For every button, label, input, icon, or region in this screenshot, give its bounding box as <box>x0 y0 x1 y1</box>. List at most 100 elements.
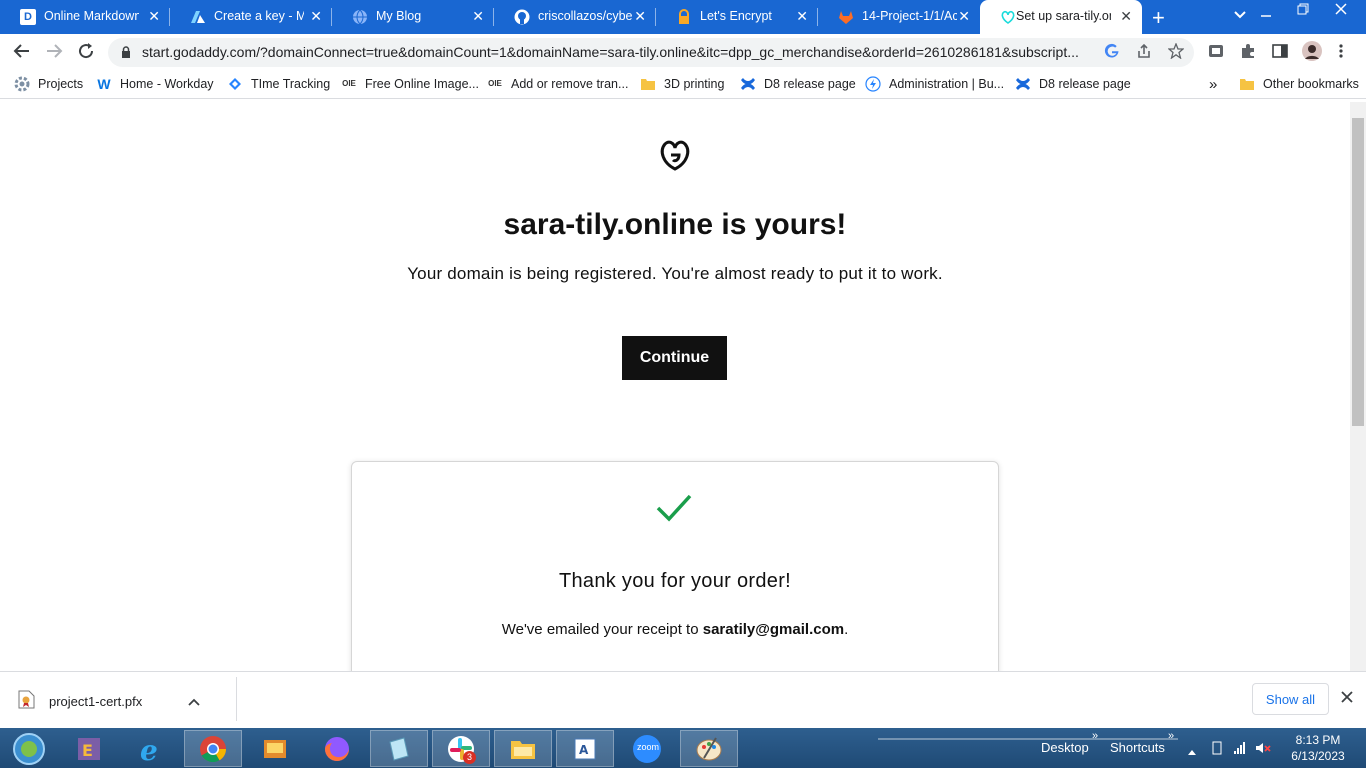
menu-icon[interactable] <box>1338 43 1344 63</box>
tab-search-icon[interactable] <box>1233 8 1247 23</box>
oie-icon: OIE <box>488 79 502 88</box>
bookmark-label: 3D printing <box>664 77 725 91</box>
minimize-icon[interactable] <box>1260 6 1272 21</box>
other-bookmarks[interactable]: Other bookmarks <box>1239 76 1359 92</box>
tab-lets-encrypt[interactable]: Let's Encrypt ✕ <box>656 0 818 34</box>
bookmark-3d-printing[interactable]: 3D printing <box>640 76 724 92</box>
shortcuts-toolbar[interactable]: Shortcuts <box>1110 740 1165 755</box>
tab-godaddy-setup[interactable]: Set up sara-tily.on ✕ <box>980 0 1142 34</box>
clock-date: 6/13/2023 <box>1291 749 1345 763</box>
chrome-app-icon[interactable] <box>184 730 242 767</box>
window-close-icon[interactable] <box>1334 2 1348 19</box>
svg-text:e: e <box>140 734 158 764</box>
azure-icon <box>190 9 206 25</box>
paint-app-icon[interactable] <box>680 730 738 767</box>
side-panel-icon[interactable] <box>1272 43 1288 63</box>
close-icon[interactable]: ✕ <box>472 8 484 25</box>
bookmark-star-icon[interactable] <box>1167 42 1185 63</box>
firefox-app-icon[interactable] <box>308 730 366 767</box>
tab-gitlab-project[interactable]: 14-Project-1/1/Ac ✕ <box>818 0 980 34</box>
tab-label: Online Markdown <box>44 9 139 23</box>
bookmark-add-remove[interactable]: OIE Add or remove tran... <box>487 76 628 92</box>
bookmark-workday[interactable]: W Home - Workday <box>96 76 214 92</box>
download-filename: project1-cert.pfx <box>49 693 143 709</box>
godaddy-logo[interactable] <box>657 137 693 173</box>
confluence-icon <box>1015 76 1031 92</box>
svg-text:A: A <box>579 743 589 757</box>
tab-online-markdown[interactable]: D Online Markdown ✕ <box>0 0 170 34</box>
bookmark-label: Other bookmarks <box>1263 77 1359 91</box>
tab-my-blog[interactable]: My Blog ✕ <box>332 0 494 34</box>
bookmark-free-online-image[interactable]: OIE Free Online Image... <box>341 76 479 92</box>
bookmarks-overflow-button[interactable]: » <box>1209 76 1217 93</box>
system-clock[interactable]: 8:13 PM 6/13/2023 <box>1276 732 1360 764</box>
url-text[interactable]: start.godaddy.com/?domainConnect=true&do… <box>142 44 1094 60</box>
bookmark-label: Home - Workday <box>120 77 214 91</box>
tab-label: criscollazos/cybers <box>538 9 633 23</box>
gitlab-icon <box>838 9 854 25</box>
close-icon[interactable]: ✕ <box>958 8 970 25</box>
scrollbar-thumb[interactable] <box>1352 118 1364 426</box>
download-separator <box>236 677 237 721</box>
forward-icon[interactable] <box>45 42 63 65</box>
bookmark-d8-release-2[interactable]: D8 release page <box>1015 76 1131 92</box>
start-button[interactable] <box>0 730 58 767</box>
new-tab-button[interactable]: + <box>1152 5 1165 31</box>
bookmark-label: TIme Tracking <box>251 77 331 91</box>
internet-explorer-icon[interactable]: e <box>122 730 180 767</box>
globe-icon <box>352 9 368 25</box>
close-icon[interactable]: ✕ <box>634 8 646 25</box>
bookmark-label: Add or remove tran... <box>511 77 629 91</box>
network-icon[interactable] <box>1233 741 1247 758</box>
bolt-icon <box>865 76 881 92</box>
slack-app-icon[interactable]: 3 <box>432 730 490 767</box>
file-explorer-icon[interactable] <box>494 730 552 767</box>
volume-muted-icon[interactable] <box>1255 741 1271 758</box>
desktop-toolbar[interactable]: Desktop <box>1041 740 1089 755</box>
show-hidden-icons[interactable] <box>1188 743 1196 758</box>
continue-button[interactable]: Continue <box>622 336 727 380</box>
control-panel-icon[interactable] <box>246 730 304 767</box>
clock-time: 8:13 PM <box>1295 733 1341 747</box>
extension-app-icon[interactable] <box>1208 43 1224 63</box>
share-icon[interactable] <box>1136 43 1152 63</box>
bookmark-time-tracking[interactable]: TIme Tracking <box>227 76 330 92</box>
back-icon[interactable] <box>13 42 31 65</box>
close-icon[interactable]: ✕ <box>1120 8 1132 25</box>
tab-github[interactable]: criscollazos/cybers ✕ <box>494 0 656 34</box>
zoom-app-icon[interactable]: zoom <box>618 730 676 767</box>
workday-icon: W <box>97 76 111 92</box>
bookmark-projects[interactable]: Projects <box>14 76 83 92</box>
close-download-bar-icon[interactable] <box>1340 688 1354 709</box>
notification-badge: 3 <box>463 751 476 764</box>
chevron-up-icon[interactable] <box>188 694 200 709</box>
folder-icon <box>640 76 656 92</box>
tab-create-key[interactable]: Create a key - Mic ✕ <box>170 0 332 34</box>
eclipse-app-icon[interactable]: E <box>60 730 118 767</box>
bookmark-label: Projects <box>38 77 84 91</box>
tablet-icon[interactable] <box>1210 741 1224 758</box>
bookmark-d8-release-1[interactable]: D8 release page <box>740 76 856 92</box>
restore-icon[interactable] <box>1297 3 1309 18</box>
download-bar <box>0 671 1366 728</box>
bookmark-administration[interactable]: Administration | Bu... <box>865 76 1004 92</box>
checkmark-icon <box>655 492 693 524</box>
close-icon[interactable]: ✕ <box>148 8 160 25</box>
lock-icon[interactable] <box>121 45 131 58</box>
close-icon[interactable]: ✕ <box>796 8 808 25</box>
tab-label: Let's Encrypt <box>700 9 772 23</box>
receipt-message: We've emailed your receipt to saratily@g… <box>351 621 999 638</box>
oie-icon: OIE <box>342 79 356 88</box>
google-icon[interactable] <box>1104 43 1120 63</box>
profile-avatar[interactable] <box>1302 41 1322 65</box>
wordpad-app-icon[interactable]: A <box>556 730 614 767</box>
download-item[interactable]: project1-cert.pfx <box>18 690 200 712</box>
extensions-puzzle-icon[interactable] <box>1240 43 1256 63</box>
shortcuts-toolbar-chevron[interactable]: » <box>1168 730 1174 742</box>
close-icon[interactable]: ✕ <box>310 8 322 25</box>
notepad-app-icon[interactable] <box>370 730 428 767</box>
reload-icon[interactable] <box>77 42 95 65</box>
desktop-toolbar-chevron[interactable]: » <box>1092 730 1098 742</box>
thank-you-message: Thank you for your order! <box>558 570 792 592</box>
show-all-downloads-button[interactable]: Show all <box>1252 683 1329 715</box>
